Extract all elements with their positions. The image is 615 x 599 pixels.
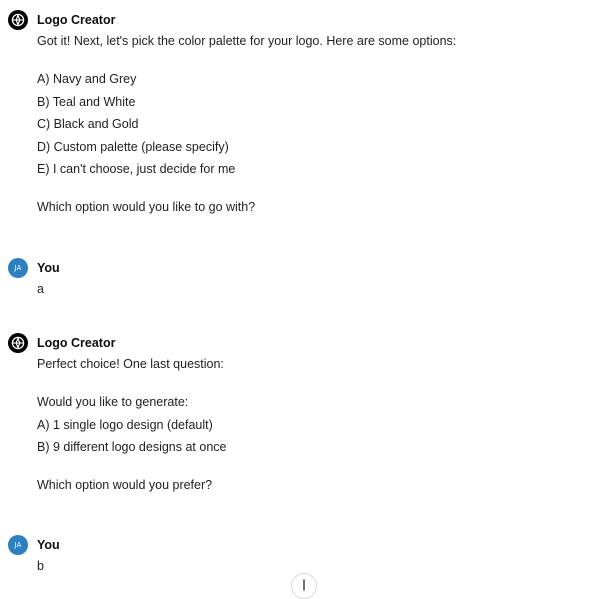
message-body: b — [37, 555, 598, 578]
chat-message: JA You a — [8, 258, 598, 301]
message-line: Got it! Next, let's pick the color palet… — [37, 34, 457, 48]
message-author: Logo Creator — [37, 336, 116, 350]
message-line: Which option would you prefer? — [37, 478, 213, 492]
gpt-logo-icon — [8, 10, 28, 30]
message-line: Perfect choice! One last question: — [37, 357, 224, 371]
option-a: A) 1 single logo design (default) — [37, 417, 213, 432]
option-b: B) Teal and White — [37, 94, 136, 109]
message-body: Perfect choice! One last question: Would… — [37, 353, 598, 497]
message-header: JA You — [8, 535, 598, 555]
scroll-to-bottom-button[interactable] — [291, 573, 317, 599]
message-header: JA You — [8, 258, 598, 278]
message-header: Logo Creator — [8, 333, 598, 353]
message-author: You — [37, 261, 60, 275]
chat-message: Logo Creator Got it! Next, let's pick th… — [8, 10, 598, 219]
chat-message: Logo Creator Perfect choice! One last qu… — [8, 333, 598, 497]
arrow-down-icon — [303, 579, 305, 591]
avatar: JA — [8, 535, 28, 555]
message-line: b — [37, 559, 44, 573]
message-body: a — [37, 278, 598, 301]
option-b: B) 9 different logo designs at once — [37, 440, 227, 454]
option-e: E) I can't choose, just decide for me — [37, 162, 236, 176]
chat-message: JA You b — [8, 535, 598, 578]
option-c: C) Black and Gold — [37, 117, 139, 131]
message-line: a — [37, 282, 44, 296]
message-author: Logo Creator — [37, 13, 116, 27]
message-line: Which option would you like to go with? — [37, 200, 256, 214]
option-d: D) Custom palette (please specify) — [37, 139, 229, 154]
message-body: Got it! Next, let's pick the color palet… — [37, 30, 598, 219]
message-header: Logo Creator — [8, 10, 598, 30]
message-author: You — [37, 538, 60, 552]
gpt-logo-icon — [8, 333, 28, 353]
option-a: A) Navy and Grey — [37, 72, 137, 86]
message-line: Would you like to generate: — [37, 395, 189, 409]
avatar: JA — [8, 258, 28, 278]
